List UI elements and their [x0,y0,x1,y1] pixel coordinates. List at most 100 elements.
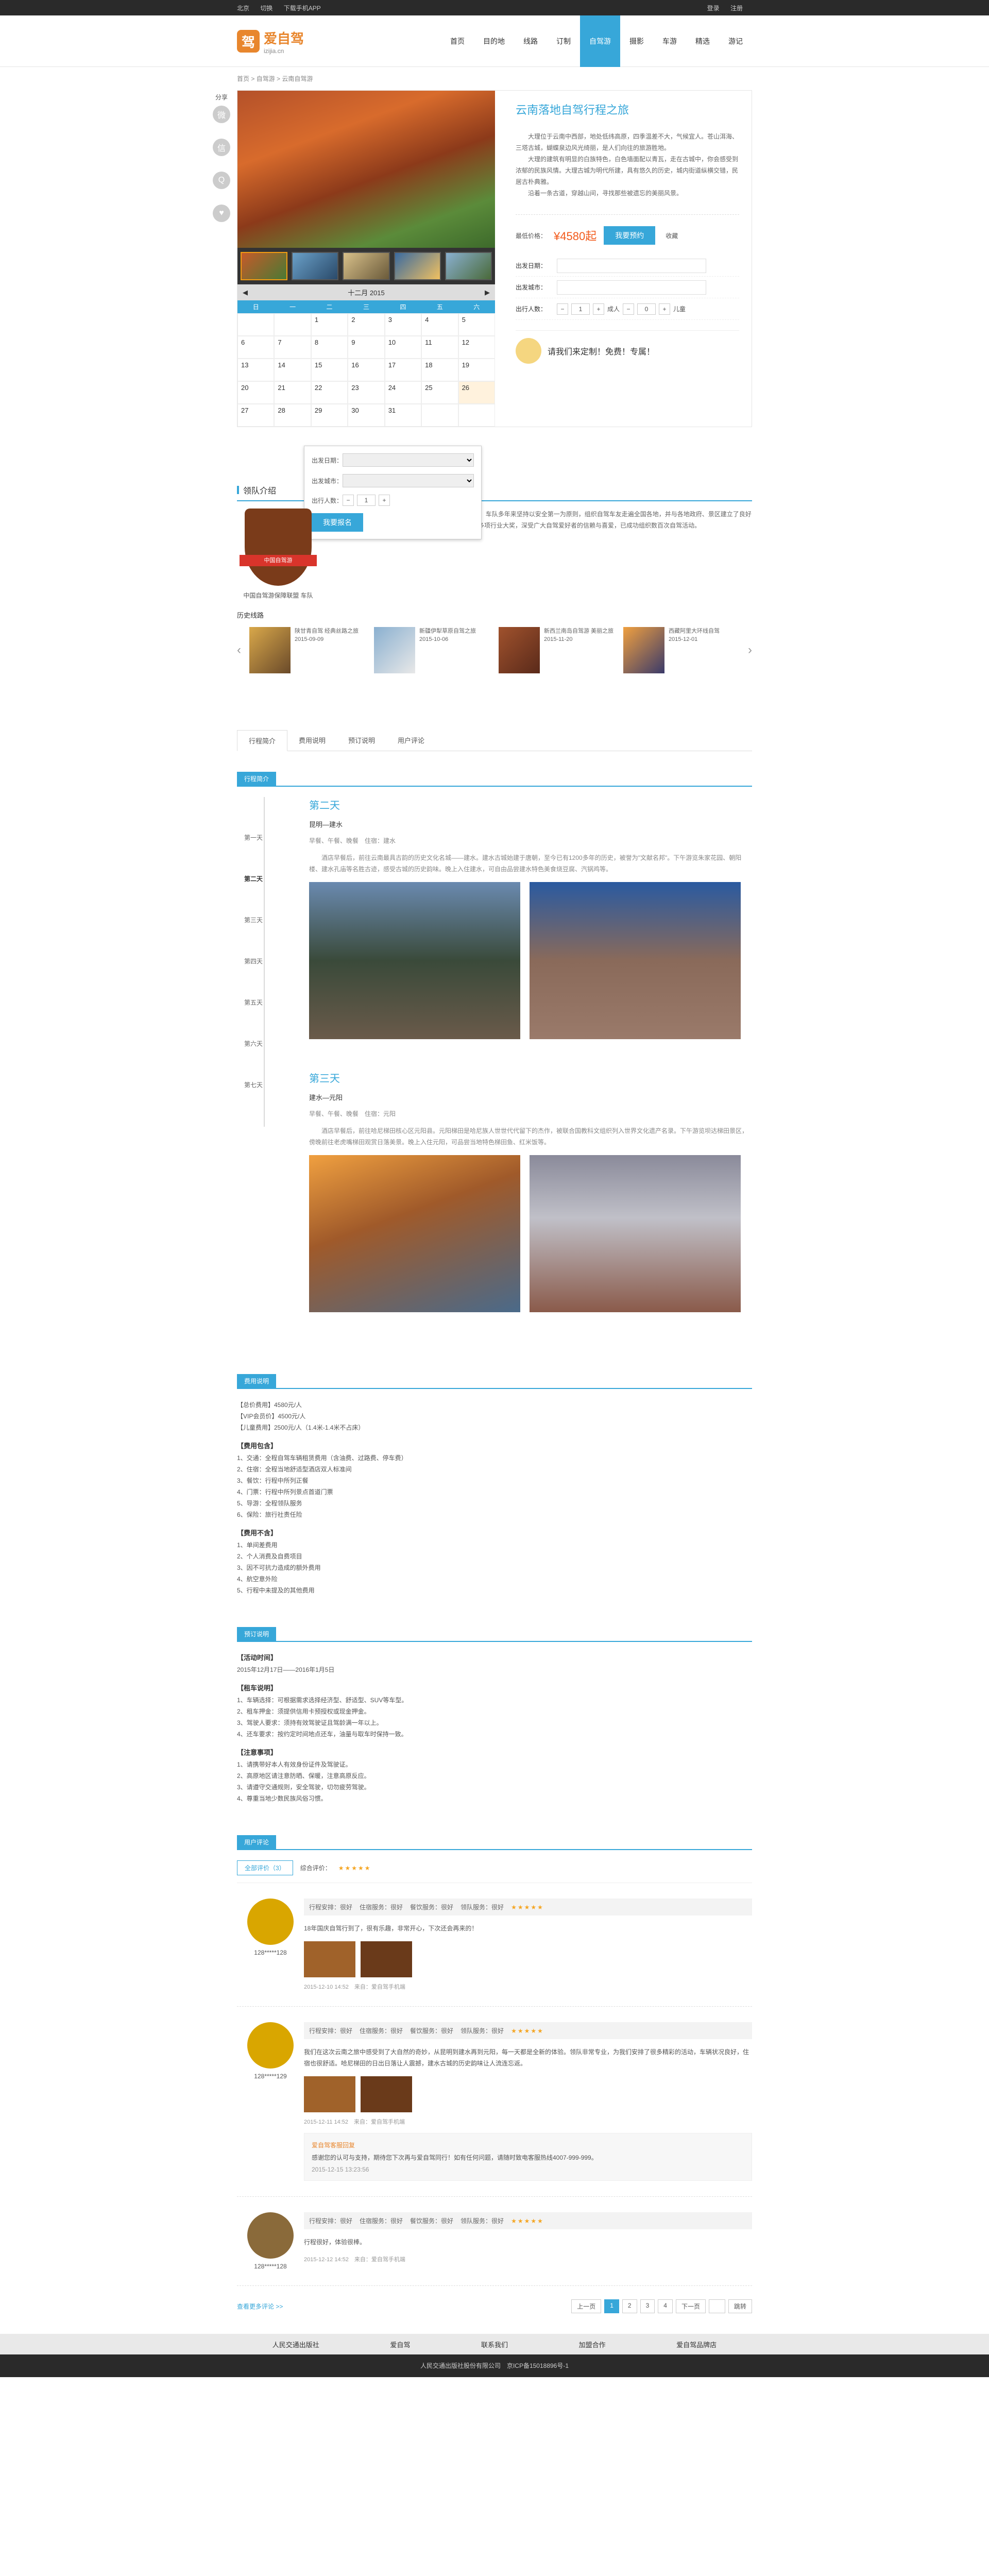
calendar-day[interactable]: 29 [311,404,348,427]
nav-custom[interactable]: 订制 [547,15,580,67]
calendar-day[interactable]: 13 [237,359,275,381]
next-page-button[interactable]: 下一页 [675,2299,706,2313]
timeline-node[interactable]: 第二天 [244,874,263,883]
review-photo[interactable] [361,1941,412,1977]
all-reviews-button[interactable]: 全部评价（3） [237,1860,293,1875]
calendar-day[interactable]: 6 [237,336,275,359]
nav-home[interactable]: 首页 [441,15,474,67]
calendar-day[interactable]: 10 [384,336,422,359]
consult-banner[interactable]: 请我们来定制！免费！专属！ [516,330,739,371]
thumbnail[interactable] [343,252,390,280]
go-button[interactable]: 跳转 [728,2299,752,2313]
collect-button[interactable]: 收藏 [666,231,678,240]
more-reviews-link[interactable]: 查看更多评论 >> [237,2302,283,2311]
popup-minus-button[interactable]: − [343,495,354,506]
popup-plus-button[interactable]: + [379,495,390,506]
calendar-day[interactable]: 15 [311,359,348,381]
nav-destination[interactable]: 目的地 [474,15,514,67]
popup-count[interactable]: 1 [357,495,376,506]
prev-month-icon[interactable]: ◀ [243,289,248,297]
timeline-node[interactable]: 第一天 [244,833,263,842]
qzone-icon[interactable]: Q [213,172,230,189]
next-month-icon[interactable]: ▶ [485,289,490,297]
calendar-day[interactable]: 18 [421,359,458,381]
calendar-day[interactable]: 16 [348,359,385,381]
adult-plus-button[interactable]: + [593,303,604,315]
page-button[interactable]: 1 [604,2299,619,2313]
adult-count[interactable]: 1 [571,303,590,315]
footer-link[interactable]: 人民交通出版社 [272,2340,319,2349]
calendar-day[interactable]: 31 [384,404,422,427]
date-select[interactable] [557,258,706,273]
page-button[interactable]: 2 [622,2299,637,2313]
chevron-left-icon[interactable]: ‹ [237,643,241,657]
book-button[interactable]: 我要预约 [604,226,656,245]
calendar-day[interactable]: 3 [384,313,422,336]
child-plus-button[interactable]: + [659,303,671,315]
footer-link[interactable]: 爱自驾品牌店 [676,2340,717,2349]
popup-date-select[interactable] [343,453,474,467]
prev-page-button[interactable]: 上一页 [571,2299,602,2313]
weibo-icon[interactable]: 微 [213,106,230,123]
popup-city-select[interactable] [343,474,474,487]
tab-booking[interactable]: 预订说明 [337,730,386,751]
calendar-day[interactable]: 17 [384,359,422,381]
child-count[interactable]: 0 [637,303,656,315]
nav-cartour[interactable]: 车游 [653,15,686,67]
calendar-day[interactable]: 7 [274,336,311,359]
review-photo[interactable] [304,2076,355,2112]
calendar-day[interactable]: 1 [311,313,348,336]
timeline-node[interactable]: 第七天 [244,1080,263,1089]
calendar-day[interactable]: 30 [348,404,385,427]
timeline-node[interactable]: 第三天 [244,916,263,924]
calendar-day[interactable]: 27 [237,404,275,427]
review-photo[interactable] [304,1941,355,1977]
history-card[interactable]: 新疆伊犁草原自驾之旅 2015-10-06 [374,627,490,673]
history-card[interactable]: 西藏阿里大环线自驾 2015-12-01 [623,627,740,673]
calendar-day[interactable]: 9 [348,336,385,359]
calendar-day[interactable]: 5 [458,313,495,336]
login-link[interactable]: 登录 [707,5,720,12]
register-link[interactable]: 注册 [730,5,743,12]
logo[interactable]: 驾 爱自驾 izijia.cn [237,28,304,55]
like-icon[interactable]: ♥ [213,205,230,222]
history-card[interactable]: 新西兰南岛自驾游 美丽之旅 2015-11-20 [499,627,615,673]
nav-photo[interactable]: 摄影 [620,15,653,67]
tab-fee[interactable]: 费用说明 [287,730,337,751]
page-jump-input[interactable] [708,2299,725,2313]
history-card[interactable]: 陕甘青自驾 经典丝路之旅 2015-09-09 [249,627,366,673]
thumbnail[interactable] [241,252,288,280]
calendar-day[interactable]: 25 [421,381,458,404]
review-photo[interactable] [361,2076,412,2112]
adult-minus-button[interactable]: − [557,303,568,315]
page-button[interactable]: 3 [640,2299,655,2313]
calendar-day[interactable]: 19 [458,359,495,381]
calendar-day[interactable]: 8 [311,336,348,359]
footer-link[interactable]: 加盟合作 [579,2340,606,2349]
footer-link[interactable]: 联系我们 [481,2340,508,2349]
timeline-node[interactable]: 第四天 [244,957,263,965]
app-download-link[interactable]: 下载手机APP [284,5,321,12]
wechat-icon[interactable]: 信 [213,139,230,156]
switch-city-link[interactable]: 切换 [260,5,272,12]
calendar-day[interactable]: 21 [274,381,311,404]
popup-submit-button[interactable]: 我要报名 [312,513,363,532]
chevron-right-icon[interactable]: › [748,643,752,657]
nav-selfdrive[interactable]: 自驾游 [580,15,620,67]
calendar-day[interactable]: 11 [421,336,458,359]
city-select[interactable] [557,280,706,295]
tab-reviews[interactable]: 用户评论 [386,730,436,751]
nav-featured[interactable]: 精选 [686,15,719,67]
calendar-day[interactable]: 22 [311,381,348,404]
thumbnail[interactable] [292,252,339,280]
tab-itinerary[interactable]: 行程简介 [237,730,288,751]
calendar-day[interactable]: 4 [421,313,458,336]
calendar-day[interactable]: 24 [384,381,422,404]
thumbnail[interactable] [445,252,492,280]
calendar-day[interactable]: 20 [237,381,275,404]
calendar-day[interactable]: 2 [348,313,385,336]
thumbnail[interactable] [394,252,441,280]
footer-link[interactable]: 爱自驾 [390,2340,410,2349]
calendar-day[interactable]: 26 [458,381,495,404]
child-minus-button[interactable]: − [623,303,635,315]
